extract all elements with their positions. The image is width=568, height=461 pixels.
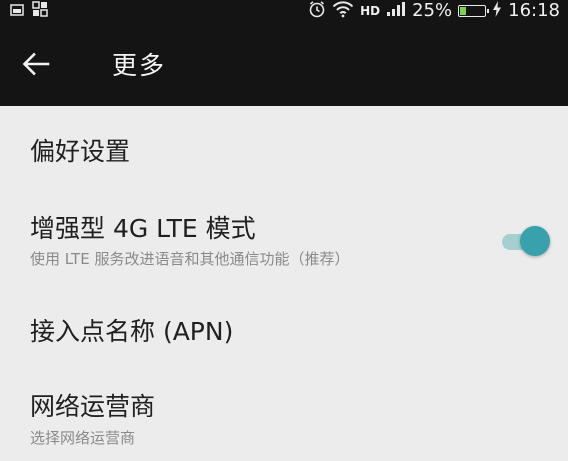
app-bar: 更多 xyxy=(0,22,568,106)
clock: 16:18 xyxy=(508,0,560,21)
page-title: 更多 xyxy=(112,51,167,80)
lte-mode-subtitle: 使用 LTE 服务改进语音和其他通信功能（推荐） xyxy=(30,250,350,268)
preferences-item[interactable]: 偏好设置 xyxy=(0,106,568,192)
preferences-title: 偏好设置 xyxy=(30,137,131,166)
lte-mode-toggle[interactable] xyxy=(500,225,552,257)
back-arrow-icon xyxy=(22,52,50,80)
battery-icon xyxy=(458,5,490,17)
toggle-knob xyxy=(520,226,550,256)
system-status: HD 25% 16:18 xyxy=(308,0,560,22)
alarm-icon xyxy=(308,0,326,23)
charging-icon xyxy=(492,0,502,22)
network-operator-item[interactable]: 网络运营商 选择网络运营商 xyxy=(0,374,568,461)
wifi-icon xyxy=(332,0,354,23)
signal-icon xyxy=(386,1,406,22)
status-bar: HD 25% 16:18 xyxy=(0,0,568,22)
settings-screen: HD 25% 16:18 更多 偏好设置 增强型 4G LTE 模式 使用 LT… xyxy=(0,0,568,461)
notification-icons xyxy=(10,1,48,21)
lte-mode-title: 增强型 4G LTE 模式 xyxy=(30,214,256,243)
network-operator-subtitle: 选择网络运营商 xyxy=(30,429,136,447)
battery-percent: 25% xyxy=(412,0,453,21)
network-operator-title: 网络运营商 xyxy=(30,392,156,421)
apn-title: 接入点名称 (APN) xyxy=(30,317,234,346)
back-button[interactable] xyxy=(14,46,58,86)
battery-level xyxy=(460,7,467,15)
lte-mode-item[interactable]: 增强型 4G LTE 模式 使用 LTE 服务改进语音和其他通信功能（推荐） xyxy=(0,192,568,292)
grid-icon xyxy=(32,1,48,21)
image-icon xyxy=(10,2,24,21)
hd-label: HD xyxy=(360,4,381,18)
apn-item[interactable]: 接入点名称 (APN) xyxy=(0,292,568,374)
